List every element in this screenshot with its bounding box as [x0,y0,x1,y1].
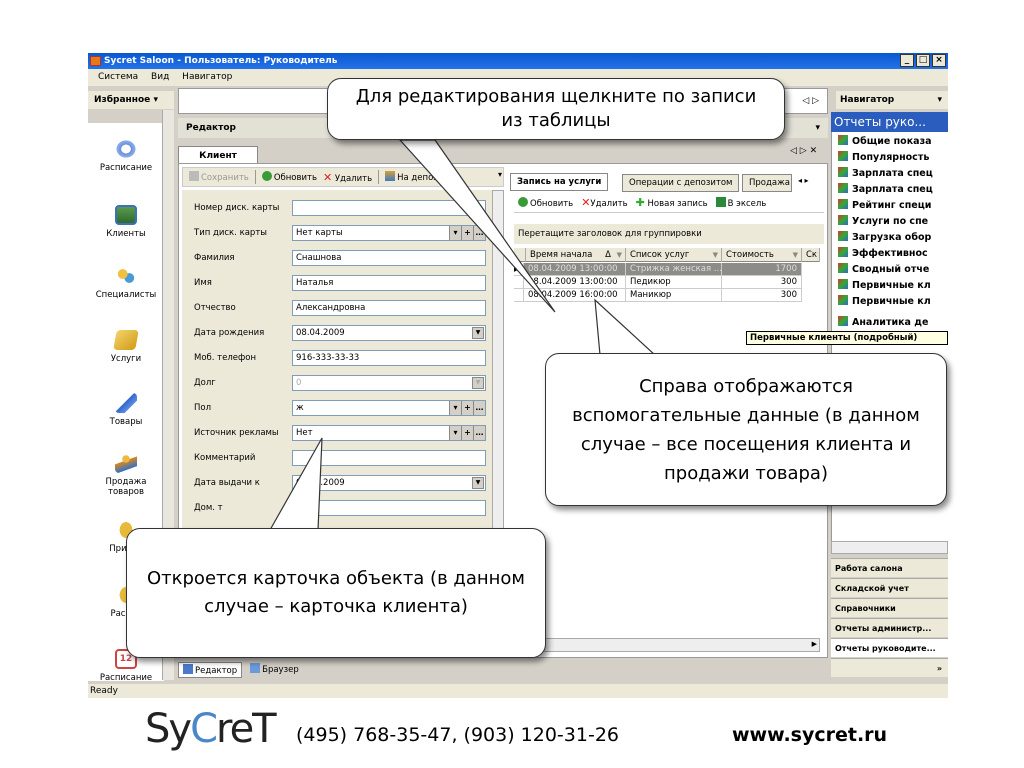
sycret-logo: SyCreT [145,706,277,752]
callout-edit-hint: Для редактирования щелкните по записи из… [327,78,785,140]
website-link[interactable]: www.sycret.ru [732,724,887,746]
pointer-left [268,437,323,531]
callout-related-data: Справа отображаются вспомогательные данн… [545,353,947,506]
callout-object-card: Откроется карточка объекта (в данном слу… [126,528,546,658]
pointer-right [594,298,657,356]
pointer-top [398,139,556,313]
contact-phones: (495) 768-35-47, (903) 120-31-26 [296,724,619,746]
